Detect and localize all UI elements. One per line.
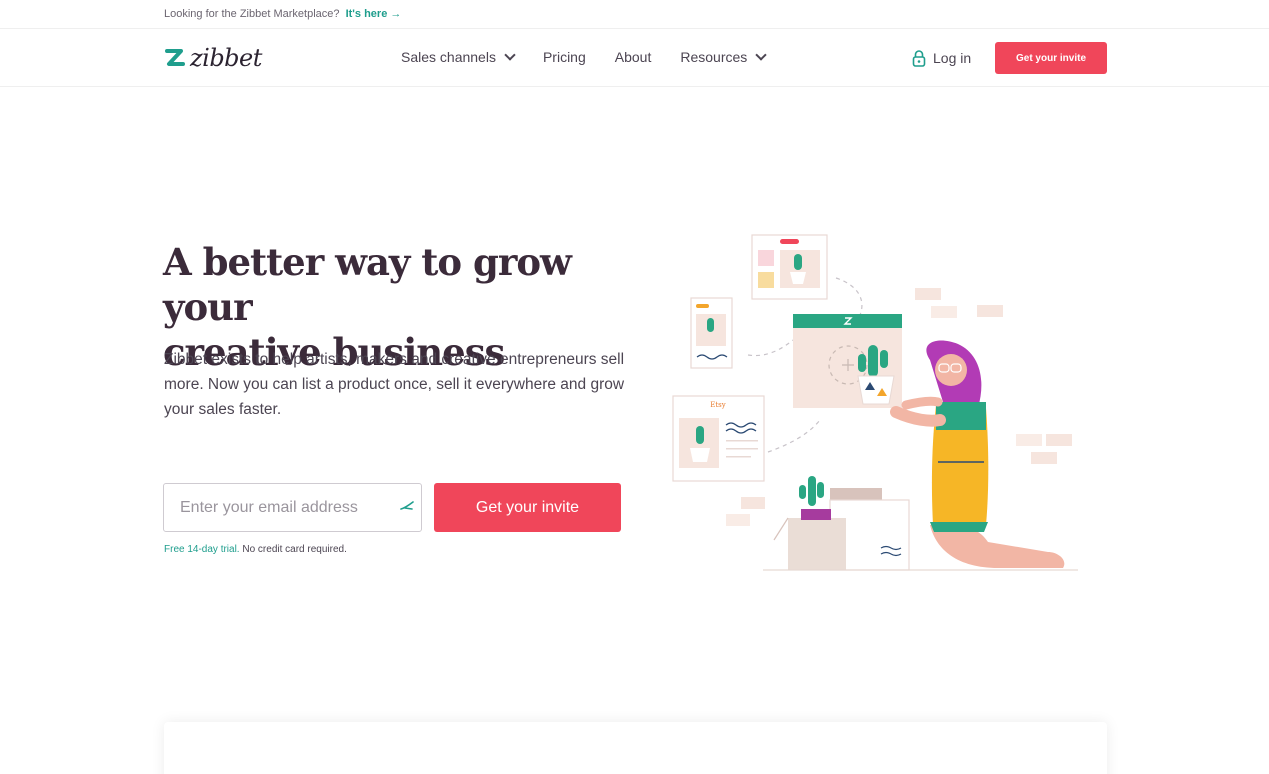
nav-about[interactable]: About	[615, 49, 652, 65]
zibbet-logo[interactable]: zibbet	[164, 44, 262, 72]
lock-icon	[912, 50, 926, 67]
email-field-wrapper	[163, 483, 422, 532]
dashed-connector	[747, 339, 794, 357]
hero-title-line-1: A better way to grow your	[163, 240, 572, 329]
content-card	[164, 722, 1107, 774]
login-label: Log in	[933, 50, 972, 66]
hero-get-invite-button[interactable]: Get your invite	[434, 483, 621, 532]
wall-brick	[1046, 434, 1072, 446]
logo-wordmark: zibbet	[190, 44, 262, 72]
nav-pricing-label: Pricing	[542, 49, 586, 65]
zibbet-logo-icon	[165, 49, 185, 66]
email-field[interactable]	[164, 484, 394, 531]
nav-resources[interactable]: Resources	[680, 49, 767, 65]
wall-brick	[726, 514, 750, 526]
nav-about-label: About	[614, 49, 652, 65]
trial-note-rest: No credit card required.	[239, 544, 347, 555]
etsy-label: Etsy	[710, 401, 726, 409]
chevron-down-icon	[504, 49, 516, 61]
wall-brick	[741, 497, 765, 509]
nav-links: Sales channels Pricing About Resources	[401, 49, 794, 65]
hero-illustration: Etsy	[672, 234, 1078, 571]
marketplace-banner-text: Looking for the Zibbet Marketplace?	[164, 8, 340, 20]
product-card-top	[751, 234, 828, 300]
nav-sales-channels-label: Sales channels	[401, 49, 496, 65]
autofill-icon[interactable]	[399, 500, 415, 514]
etsy-card: Etsy	[672, 395, 765, 482]
nav-pricing[interactable]: Pricing	[543, 49, 586, 65]
nav-sales-channels[interactable]: Sales channels	[401, 49, 516, 65]
dashed-connector	[767, 419, 821, 453]
login-link[interactable]: Log in	[911, 49, 971, 67]
marketplace-banner: Looking for the Zibbet Marketplace? It's…	[0, 0, 1269, 29]
wall-brick	[915, 288, 941, 300]
product-card-left	[690, 297, 733, 369]
wall-brick	[931, 306, 957, 318]
trial-note: Free 14-day trial. No credit card requir…	[164, 544, 347, 555]
wall-brick	[977, 305, 1003, 317]
nav-resources-label: Resources	[680, 49, 748, 65]
trial-note-accent: Free 14-day trial.	[164, 544, 240, 555]
chevron-down-icon	[755, 49, 767, 61]
marketplace-link[interactable]: It's here →	[346, 8, 402, 20]
nav-get-invite-button[interactable]: Get your invite	[995, 42, 1107, 74]
main-nav: zibbet Sales channels Pricing About Reso…	[0, 29, 1269, 87]
hero-description: Zibbet exists to help artists, makers an…	[164, 351, 625, 418]
wall-brick	[1031, 452, 1057, 464]
marketplace-banner-text-wrap: Looking for the Zibbet Marketplace? It's…	[164, 8, 401, 20]
dashed-connector	[835, 277, 863, 316]
wall-brick	[1016, 434, 1042, 446]
